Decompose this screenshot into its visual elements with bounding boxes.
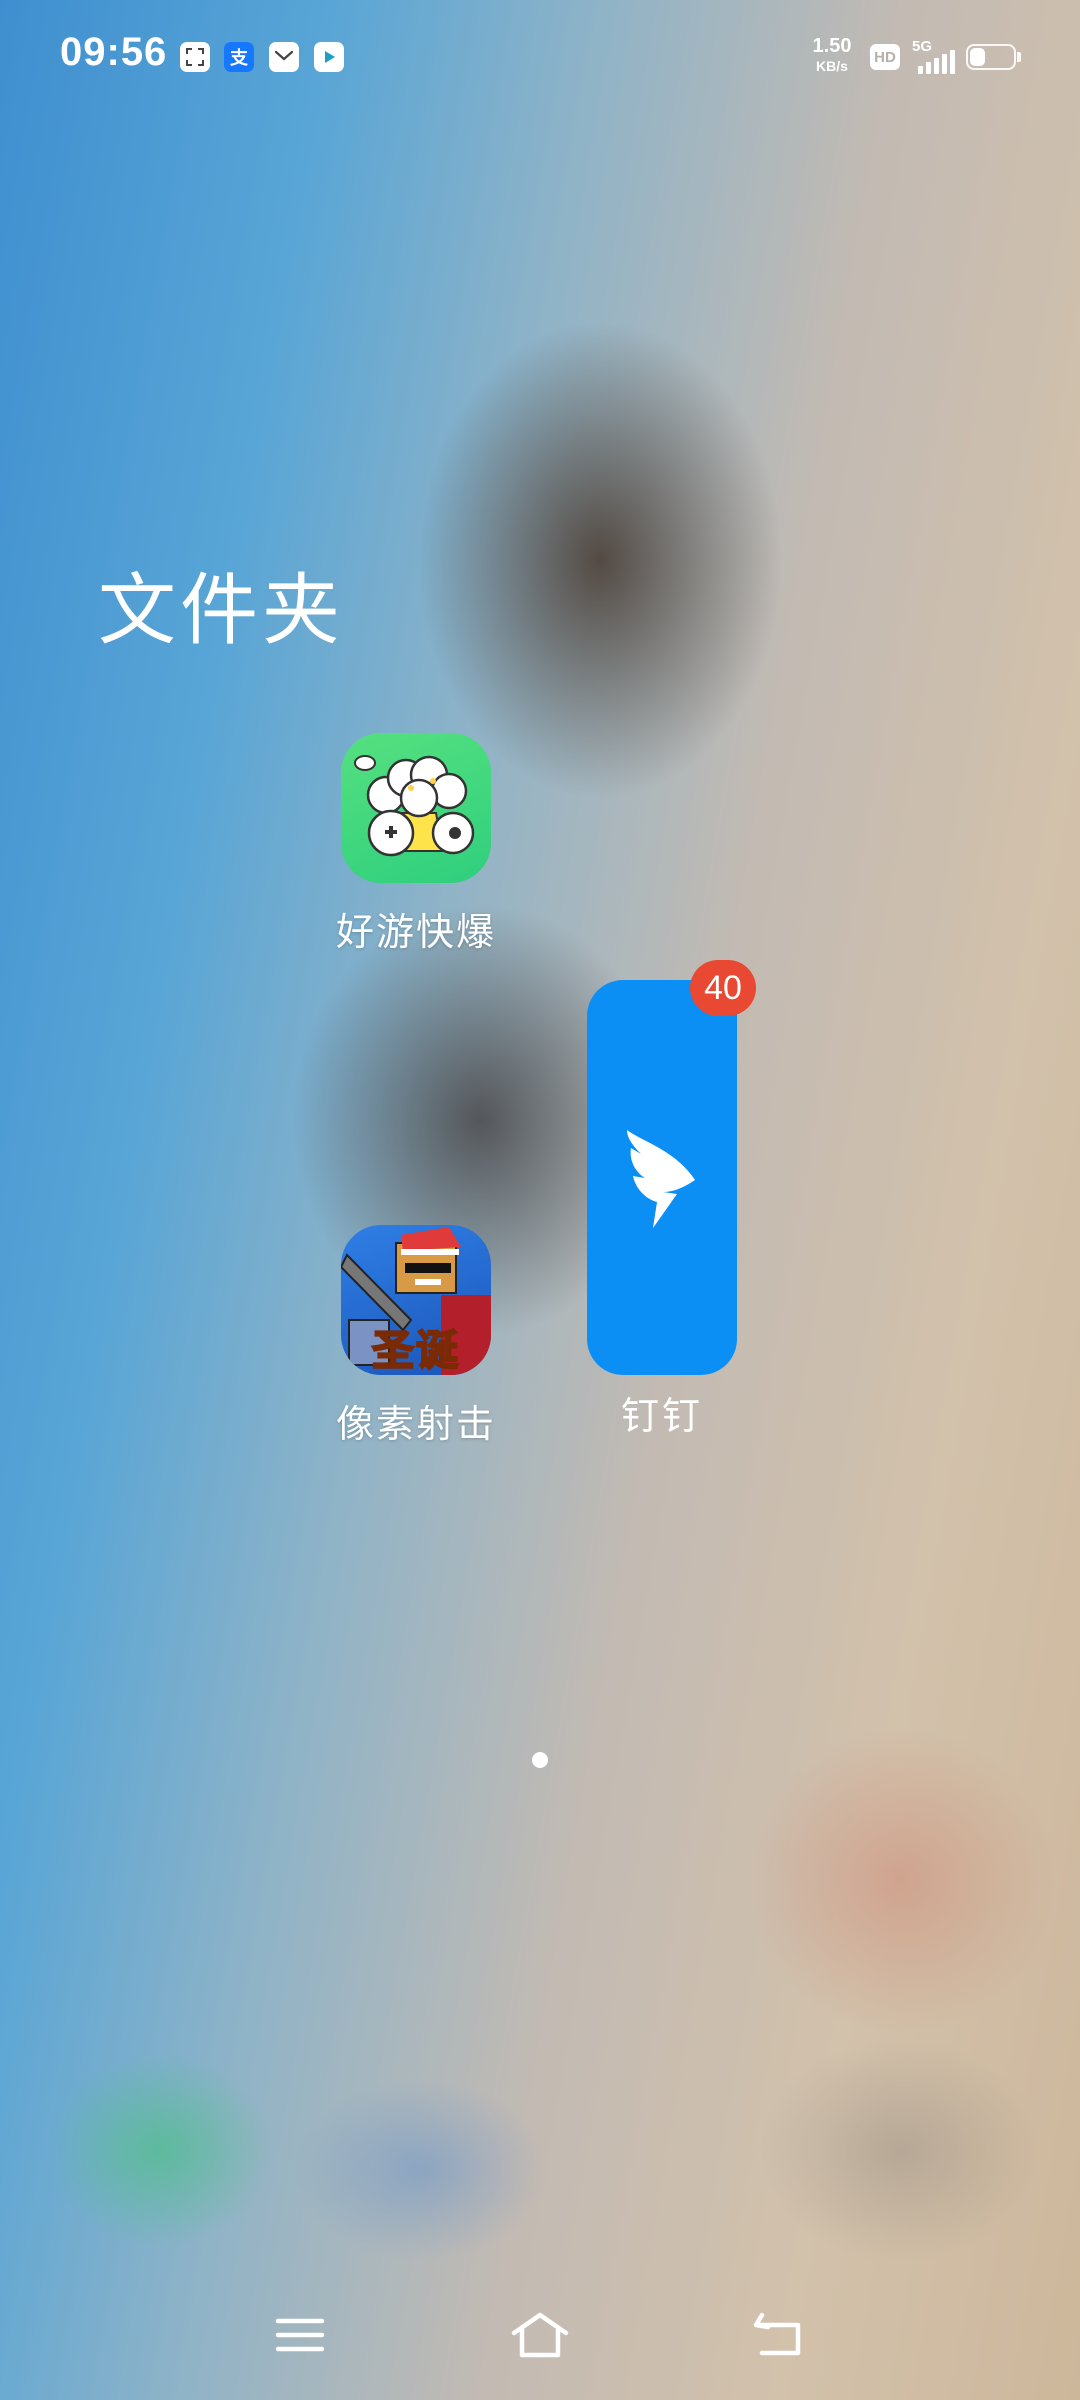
navigation-bar: [0, 2300, 1080, 2370]
network-speed-value: 1.50: [812, 35, 852, 57]
pixel-shooter-icon: 圣诞: [341, 1225, 491, 1375]
battery-level: [970, 48, 985, 66]
scan-app-icon: [180, 42, 210, 72]
haoyou-kuaibao-icon: [341, 733, 491, 883]
page-indicator-dot: [532, 1752, 548, 1768]
video-play-app-icon: [314, 42, 344, 72]
app-pixel-shooter[interactable]: 圣诞 像素射击: [296, 1225, 536, 1448]
dingtalk-icon: [627, 1130, 695, 1228]
pixel-shooter-christmas-text: 圣诞: [371, 1326, 460, 1375]
network-type: 5G: [912, 38, 933, 55]
app-label: 好游快爆: [335, 912, 496, 954]
status-bar: 09:56 支 1.50 KB/s HD 5G: [0, 0, 1080, 110]
alipay-glyph: 支: [230, 48, 248, 68]
app-label-dingtalk: 钉钉: [620, 1396, 703, 1438]
menu-icon: [275, 2318, 325, 2352]
hd-label: HD: [874, 48, 896, 66]
mail-app-icon: [269, 42, 299, 72]
network-speed: 1.50 KB/s: [808, 36, 856, 76]
app-haoyou-kuaibao[interactable]: 好游快爆: [296, 733, 536, 956]
home-icon: [511, 2312, 569, 2358]
back-icon: [753, 2312, 801, 2356]
app-label: 像素射击: [335, 1404, 496, 1446]
battery-icon: [966, 44, 1016, 70]
menu-button[interactable]: [265, 2300, 335, 2370]
network-speed-unit: KB/s: [816, 58, 848, 74]
back-button[interactable]: [745, 2300, 815, 2370]
clock: 09:56: [60, 30, 168, 74]
alipay-icon: 支: [224, 42, 254, 72]
app-dingtalk[interactable]: [587, 980, 737, 1375]
notification-badge: 40: [690, 960, 756, 1016]
home-button[interactable]: [505, 2300, 575, 2370]
battery-tip: [1017, 52, 1021, 62]
hd-voice-icon: HD: [870, 44, 900, 70]
folder-title[interactable]: 文件夹: [98, 548, 344, 660]
signal-icon: 5G: [912, 38, 960, 74]
